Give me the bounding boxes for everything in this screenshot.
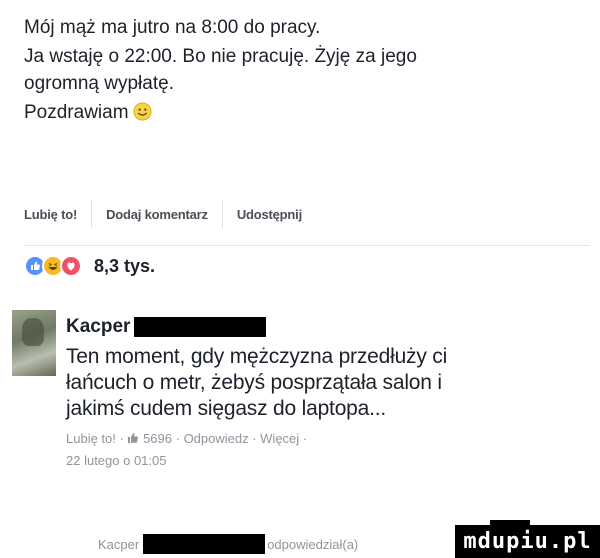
- post-greeting: Pozdrawiam: [24, 102, 129, 123]
- smile-emoji-icon: [133, 102, 152, 121]
- share-button[interactable]: Udostępnij: [237, 207, 302, 222]
- comment-author-row: Kacper: [66, 314, 586, 340]
- comment-author[interactable]: Kacper: [66, 316, 130, 338]
- redaction-bar: [143, 534, 266, 554]
- watermark-text: mdupiu.pl: [463, 529, 592, 554]
- action-divider: [221, 200, 223, 228]
- comment-date[interactable]: 22 lutego o 01:05: [66, 450, 586, 472]
- post-text-line: ogromną wypłatę.: [24, 73, 174, 94]
- post-text-line: Pozdrawiam: [24, 99, 584, 126]
- post-text-line: Ja wstaję o 22:00. Bo nie pracuję. Żyję …: [24, 46, 417, 67]
- love-reaction-icon: [60, 255, 82, 277]
- comment-meta: Lubię to! · 5696 · Odpowiedz · Więcej · …: [66, 428, 586, 472]
- reply-author[interactable]: Kacper: [98, 537, 139, 552]
- reactions-count: 8,3 tys.: [94, 255, 156, 276]
- comment-reply-links[interactable]: · Odpowiedz · Więcej ·: [176, 431, 307, 446]
- action-divider: [91, 200, 93, 228]
- comment-text-line: łańcuch o metr, żebyś posprzątała salon …: [66, 371, 442, 394]
- post-text-line: Mój mąż ma jutro na 8:00 do pracy.: [24, 17, 321, 38]
- redaction-bar: [134, 317, 267, 337]
- avatar[interactable]: [12, 310, 56, 376]
- comment-text: Ten moment, gdy mężczyzna przedłuży ci ł…: [66, 344, 586, 422]
- comment-body: Kacper Ten moment, gdy mężczyzna przedłu…: [66, 314, 586, 472]
- post-actions-bar: Lubię to! Dodaj komentarz Udostępnij: [24, 200, 302, 228]
- post-content: Mój mąż ma jutro na 8:00 do pracy. Ja ws…: [24, 14, 584, 126]
- section-divider: [24, 245, 590, 246]
- reply-notice[interactable]: Kacper odpowiedział(a): [98, 533, 358, 555]
- comment-text-line: Ten moment, gdy mężczyzna przedłuży ci: [66, 345, 448, 368]
- thumbs-up-icon: [127, 429, 139, 443]
- reply-action: odpowiedział(a): [267, 536, 359, 552]
- like-button[interactable]: Lubię to!: [24, 207, 77, 222]
- comment-text-line: jakimś cudem sięgasz do laptopa...: [66, 397, 387, 420]
- comment-like-link[interactable]: Lubię to! ·: [66, 431, 124, 446]
- watermark-logo: mdupiu.pl: [455, 525, 600, 558]
- comment-button[interactable]: Dodaj komentarz: [106, 207, 208, 222]
- avatar-figure: [22, 318, 44, 346]
- comment-likes-count: 5696: [143, 431, 172, 446]
- reactions-summary[interactable]: 8,3 tys.: [24, 252, 155, 280]
